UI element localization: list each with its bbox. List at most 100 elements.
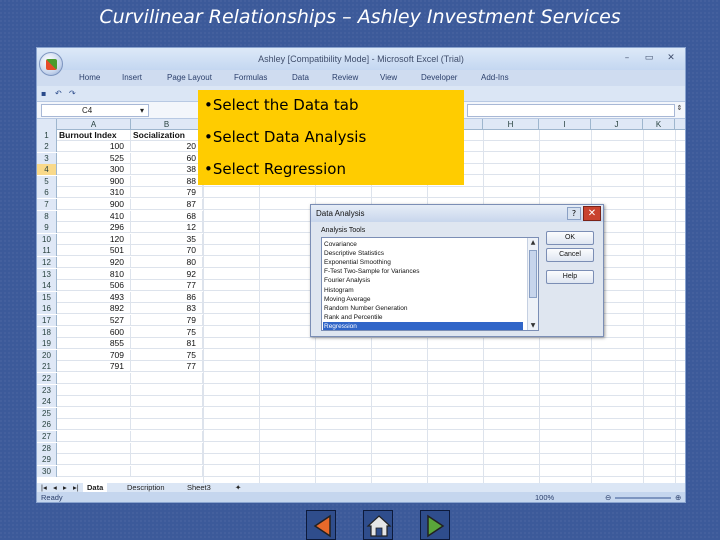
list-scrollbar[interactable]: ▲ ▼ (527, 238, 538, 330)
undo-icon[interactable]: ↶ (55, 89, 65, 98)
row-number[interactable]: 4 (37, 164, 57, 176)
cell[interactable] (57, 384, 131, 396)
tab-insert[interactable]: Insert (122, 73, 142, 82)
sheet-tab-sheet3[interactable]: Sheet3 (187, 483, 211, 492)
cell[interactable]: 810 (57, 268, 131, 280)
cell[interactable]: 855 (57, 338, 131, 350)
analysis-tool-item[interactable]: Random Number Generation (324, 304, 524, 313)
sheet-nav-next-icon[interactable]: ▸ (63, 483, 67, 492)
cell[interactable] (131, 373, 203, 384)
ok-button[interactable]: OK (546, 231, 594, 245)
row-number[interactable]: 6 (37, 187, 57, 199)
tab-data[interactable]: Data (292, 73, 309, 82)
cell[interactable] (131, 465, 203, 477)
cell[interactable]: 79 (131, 315, 203, 326)
cell[interactable] (57, 431, 131, 442)
cell[interactable] (57, 396, 131, 408)
scroll-down-icon[interactable]: ▼ (528, 321, 538, 330)
expand-formula-icon[interactable]: ⇕ (675, 104, 684, 117)
row-number[interactable]: 26 (37, 419, 57, 431)
chevron-down-icon[interactable]: ▾ (140, 105, 144, 116)
row-number[interactable]: 15 (37, 291, 57, 303)
cell[interactable]: 296 (57, 222, 131, 234)
previous-slide-button[interactable] (306, 510, 336, 540)
office-button[interactable] (39, 52, 63, 76)
row-number[interactable]: 11 (37, 245, 57, 257)
cell[interactable]: 81 (131, 338, 203, 350)
row-number[interactable]: 22 (37, 373, 57, 384)
close-icon[interactable]: ✕ (661, 51, 681, 65)
tab-formulas[interactable]: Formulas (234, 73, 267, 82)
cell[interactable] (131, 442, 203, 454)
cell[interactable]: 35 (131, 233, 203, 245)
cell[interactable] (131, 419, 203, 431)
row-number[interactable]: 1 (37, 130, 57, 141)
tab-review[interactable]: Review (332, 73, 358, 82)
sheet-nav-prev-icon[interactable]: ◂ (53, 483, 57, 492)
row-number[interactable]: 24 (37, 396, 57, 408)
home-slide-button[interactable] (363, 510, 393, 540)
help-button[interactable]: Help (546, 270, 594, 284)
cell[interactable]: 900 (57, 199, 131, 210)
vertical-scrollbar-top[interactable] (675, 119, 685, 130)
cell[interactable]: 12 (131, 222, 203, 234)
cell[interactable]: 300 (57, 164, 131, 176)
cell[interactable] (131, 454, 203, 466)
cell[interactable]: 493 (57, 291, 131, 303)
row-number[interactable]: 2 (37, 141, 57, 152)
column-header[interactable]: A (57, 119, 131, 130)
cell[interactable]: 501 (57, 245, 131, 257)
sheet-nav-first-icon[interactable]: |◂ (41, 483, 47, 492)
cell[interactable] (131, 384, 203, 396)
column-header[interactable]: H (483, 119, 539, 130)
tab-add-ins[interactable]: Add-Ins (481, 73, 509, 82)
save-icon[interactable]: ▪ (41, 89, 51, 98)
cell[interactable] (57, 419, 131, 431)
cell[interactable]: 75 (131, 326, 203, 338)
cell[interactable]: 87 (131, 199, 203, 210)
tab-page-layout[interactable]: Page Layout (167, 73, 212, 82)
help-icon[interactable]: ? (567, 207, 581, 220)
cell[interactable] (131, 431, 203, 442)
formula-input[interactable] (467, 104, 675, 117)
column-header[interactable]: K (643, 119, 675, 130)
zoom-out-icon[interactable]: ⊖ (605, 492, 611, 502)
analysis-tool-item[interactable]: Covariance (324, 240, 524, 249)
analysis-tool-item[interactable]: Fourier Analysis (324, 276, 524, 285)
cell[interactable]: 88 (131, 175, 203, 187)
cell[interactable]: 120 (57, 233, 131, 245)
analysis-tool-item[interactable]: Exponential Smoothing (324, 258, 524, 267)
maximize-icon[interactable]: ▭ (639, 51, 659, 65)
cell[interactable]: 892 (57, 303, 131, 315)
row-number[interactable]: 3 (37, 152, 57, 164)
cell[interactable]: 86 (131, 291, 203, 303)
scroll-up-icon[interactable]: ▲ (528, 238, 538, 247)
cell[interactable]: 506 (57, 280, 131, 292)
analysis-tool-item[interactable]: F-Test Two-Sample for Variances (324, 267, 524, 276)
row-number[interactable]: 27 (37, 431, 57, 442)
row-number[interactable]: 29 (37, 454, 57, 466)
cell[interactable]: 70 (131, 245, 203, 257)
row-number[interactable]: 5 (37, 175, 57, 187)
cell[interactable]: 791 (57, 361, 131, 373)
cell[interactable]: 79 (131, 187, 203, 199)
cell[interactable]: 38 (131, 164, 203, 176)
cell[interactable]: 77 (131, 361, 203, 373)
sheet-tab-data[interactable]: Data (83, 483, 108, 492)
column-header[interactable]: J (591, 119, 643, 130)
cell[interactable]: 920 (57, 257, 131, 268)
analysis-tool-item[interactable]: Rank and Percentile (324, 313, 524, 322)
cell[interactable]: 75 (131, 349, 203, 361)
analysis-tools-list[interactable]: Covariance Descriptive Statistics Exponent… (321, 237, 539, 331)
redo-icon[interactable]: ↷ (69, 89, 79, 98)
sheet-nav-last-icon[interactable]: ▸| (73, 483, 79, 492)
cell[interactable] (57, 465, 131, 477)
row-number[interactable]: 13 (37, 268, 57, 280)
cell[interactable]: 709 (57, 349, 131, 361)
column-header[interactable]: B (131, 119, 203, 130)
cell[interactable] (57, 407, 131, 419)
row-number[interactable]: 8 (37, 210, 57, 222)
close-icon[interactable]: ✕ (583, 206, 601, 221)
select-all-corner[interactable] (37, 119, 57, 130)
cell[interactable]: 83 (131, 303, 203, 315)
